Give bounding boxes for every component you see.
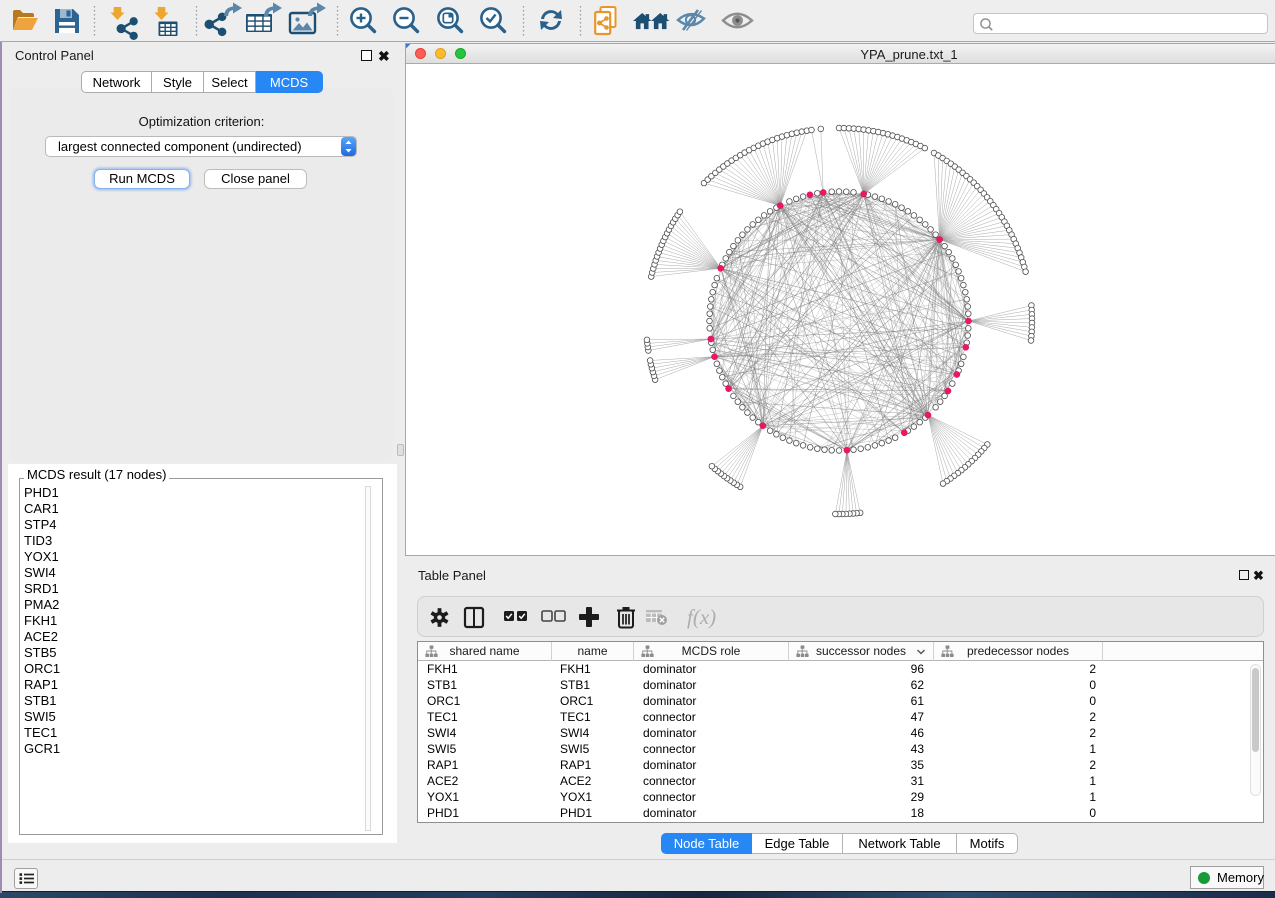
svg-text:f(x): f(x) bbox=[687, 605, 716, 629]
